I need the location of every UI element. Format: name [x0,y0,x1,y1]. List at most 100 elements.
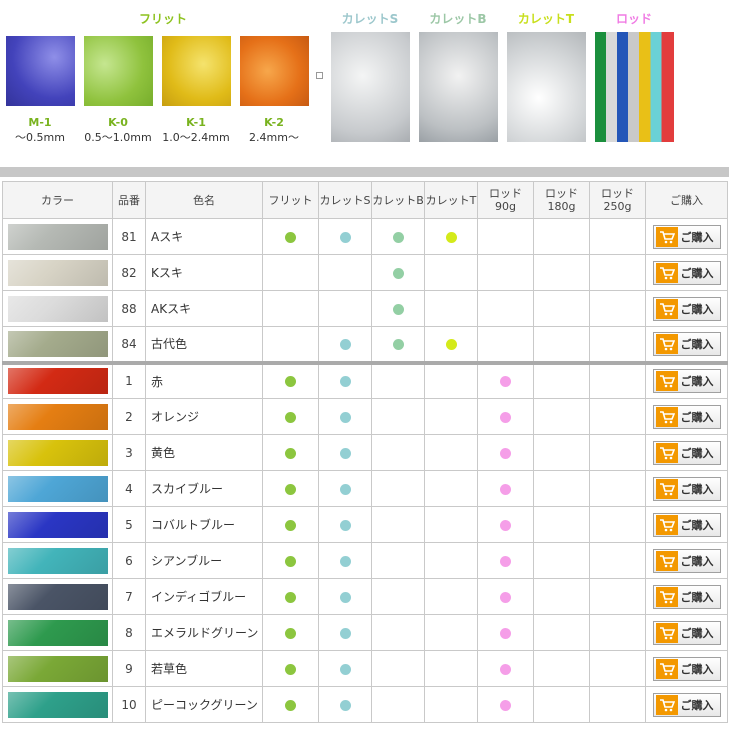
buy-button[interactable]: ご購入 [652,476,721,501]
color-name: 若草色 [145,650,263,687]
availability-dot [500,447,511,459]
buy-button-label: ご購入 [680,267,714,280]
color-name: AKスキ [145,290,263,327]
product-number: 8 [112,614,146,651]
cart-icon [655,478,678,499]
availability-dot [285,231,296,243]
color-swatch [7,583,108,610]
frit-sample-image [6,36,75,106]
product-number: 84 [112,326,146,363]
availability-dot [500,663,511,675]
table-row: 6 シアンブルー ご購入 [2,542,728,579]
buy-button-label: ご購入 [680,699,714,712]
availability-dot [445,231,457,243]
color-swatch [7,547,108,574]
table-header-row: カラー 品番 色名 フリット カレットS カレットB カレットT ロッド 90g… [2,181,728,219]
header-cullet-b: カレットB [371,181,425,219]
color-swatch [7,619,108,646]
color-name: 古代色 [145,326,263,363]
product-number: 5 [112,506,146,543]
availability-dot [285,663,296,675]
frit-title: フリット [139,12,188,26]
frit-code: K-1 [186,116,206,129]
table-row: 81 Aスキ ご購入 [2,218,728,255]
availability-dot [285,627,296,639]
buy-button[interactable]: ご購入 [652,656,721,681]
availability-dot [285,411,296,423]
buy-button-label: ご購入 [680,376,714,389]
cart-icon [655,406,678,427]
cart-icon [655,586,678,607]
table-row: 10 ピーコックグリーン ご購入 [2,686,728,723]
availability-dot [285,376,296,388]
availability-dot [285,591,296,603]
frit-code: M-1 [28,116,52,129]
color-name: インディゴブルー [145,578,263,615]
table-row: 82 Kスキ ご購入 [2,254,728,291]
availability-dot [392,231,404,243]
buy-button[interactable]: ご購入 [652,548,721,573]
enlarge-icon[interactable] [316,72,323,79]
buy-button[interactable]: ご購入 [652,369,721,394]
frit-sample-image [240,36,309,106]
color-swatch [7,223,108,250]
availability-dot [339,483,351,495]
header-number: 品番 [112,181,146,219]
table-row: 9 若草色 ご購入 [2,650,728,687]
color-swatch [7,330,108,357]
header-purchase: ご購入 [645,181,728,219]
color-name: Aスキ [145,218,263,255]
frit-code: K-0 [108,116,128,129]
color-name: 黄色 [145,434,263,471]
cullet-b-title: カレットB [429,12,487,26]
buy-button-label: ご購入 [680,555,714,568]
product-number: 9 [112,650,146,687]
color-name: ピーコックグリーン [145,686,263,723]
color-swatch [7,439,108,466]
buy-button[interactable]: ご購入 [652,692,721,717]
availability-dot [500,411,511,423]
buy-button[interactable]: ご購入 [652,584,721,609]
cullet-b-image [419,32,498,142]
frit-code: K-2 [264,116,284,129]
buy-button[interactable]: ご購入 [652,224,721,249]
table-row: 2 オレンジ ご購入 [2,398,728,435]
availability-dot [285,447,296,459]
buy-button[interactable]: ご購入 [652,620,721,645]
color-swatch [7,691,108,718]
cart-icon [655,298,678,319]
header-rod-180: ロッド 180g [533,181,590,219]
buy-button-label: ご購入 [680,483,714,496]
availability-dot [339,519,351,531]
rod-title: ロッド [615,12,652,26]
cart-icon [655,622,678,643]
buy-button[interactable]: ご購入 [652,260,721,285]
color-swatch [7,403,108,430]
header-frit: フリット [262,181,319,219]
table-row: 8 エメラルドグリーン ご購入 [2,614,728,651]
buy-button-label: ご購入 [680,627,714,640]
frit-size: 2.4mm〜 [249,131,299,144]
frit-sample-image [162,36,231,106]
product-number: 88 [112,290,146,327]
availability-dot [500,627,511,639]
product-number: 6 [112,542,146,579]
availability-dot [339,699,351,711]
availability-dot [392,338,404,350]
product-number: 2 [112,398,146,435]
cullet-s-image [331,32,410,142]
frit-size: 0.5〜1.0mm [84,131,152,144]
availability-dot [339,591,351,603]
buy-button[interactable]: ご購入 [652,404,721,429]
buy-button[interactable]: ご購入 [652,512,721,537]
buy-button[interactable]: ご購入 [652,296,721,321]
header-rod-90: ロッド 90g [477,181,534,219]
buy-button-label: ご購入 [680,303,714,316]
buy-button[interactable]: ご購入 [652,331,721,356]
color-name: Kスキ [145,254,263,291]
color-swatch [7,655,108,682]
frit-size: 1.0〜2.4mm [162,131,230,144]
cart-icon [655,442,678,463]
buy-button[interactable]: ご購入 [652,440,721,465]
product-number: 10 [112,686,146,723]
